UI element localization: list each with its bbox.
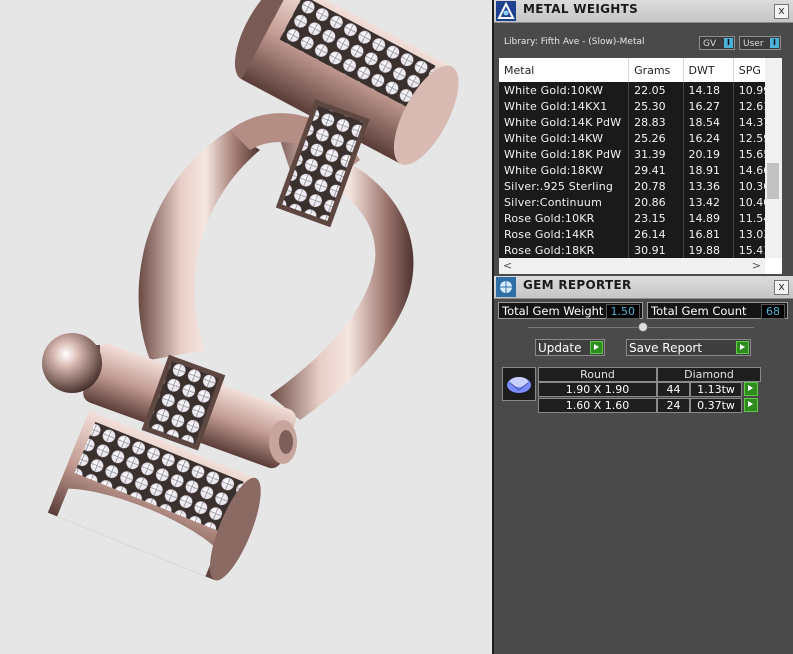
total-gem-count-value: 68	[761, 304, 785, 319]
cell-metal: Rose Gold:14KR	[499, 226, 630, 242]
metal-weights-icon	[496, 1, 516, 21]
toggle-knob-icon: I	[770, 38, 779, 48]
table-header-row: Metal Grams DWT SPG	[499, 58, 782, 82]
save-report-button-label: Save Report	[629, 341, 703, 355]
total-gem-count-label: Total Gem Count	[651, 304, 747, 318]
table-row[interactable]: White Gold:18KW 29.41 18.91 14.66	[499, 162, 782, 178]
library-label: Library: Fifth Ave - (Slow)-Metal	[504, 37, 645, 47]
metal-weights-panel: METAL WEIGHTS x Library: Fifth Ave - (Sl…	[494, 0, 793, 276]
column-header-metal[interactable]: Metal	[499, 58, 630, 82]
scrollbar-thumb[interactable]	[767, 163, 779, 199]
scroll-right-icon[interactable]: >	[752, 259, 761, 272]
round-gem-icon[interactable]	[502, 367, 536, 401]
update-button-label: Update	[538, 341, 582, 355]
gem-shape-header: Round	[538, 367, 657, 382]
gem-reporter-panel: GEM REPORTER x Total Gem Weight 1.50 Tot…	[494, 276, 793, 654]
cell-grams: 20.86	[628, 194, 684, 210]
cell-metal: White Gold:10KW	[499, 82, 630, 98]
gem-reporter-icon	[496, 277, 516, 297]
scroll-left-icon[interactable]: <	[503, 259, 512, 272]
total-gem-count: Total Gem Count 68	[647, 302, 788, 319]
cell-grams: 28.83	[628, 114, 684, 130]
table-row[interactable]: Rose Gold:18KR 30.91 19.88 15.41	[499, 242, 782, 258]
cell-grams: 20.78	[628, 178, 684, 194]
toggle-knob-icon: I	[724, 38, 733, 48]
cell-dwt: 14.18	[683, 82, 734, 98]
jewelry-render	[42, 0, 459, 581]
user-toggle-label: User	[743, 39, 764, 49]
cell-metal: Rose Gold:18KR	[499, 242, 630, 258]
cell-grams: 25.26	[628, 130, 684, 146]
cell-dwt: 13.36	[683, 178, 734, 194]
gem-weight: 1.13tw	[690, 382, 742, 397]
update-button[interactable]: Update	[535, 339, 605, 356]
gv-toggle-label: GV	[703, 39, 717, 49]
play-arrow-icon[interactable]	[744, 382, 758, 396]
table-row[interactable]: White Gold:18K PdW 31.39 20.19 15.65	[499, 146, 782, 162]
cell-grams: 26.14	[628, 226, 684, 242]
cell-metal: White Gold:14KX1	[499, 98, 630, 114]
table-row[interactable]: White Gold:10KW 22.05 14.18 10.99	[499, 82, 782, 98]
cell-metal: Rose Gold:10KR	[499, 210, 630, 226]
horizontal-scrollbar[interactable]: < >	[499, 258, 765, 274]
play-arrow-icon	[590, 341, 603, 354]
vertical-scrollbar[interactable]	[765, 58, 782, 258]
close-icon[interactable]: x	[774, 280, 789, 295]
gem-count: 44	[657, 382, 690, 397]
gem-reporter-title: GEM REPORTER	[523, 278, 632, 292]
gem-count: 24	[657, 398, 690, 413]
total-gem-weight: Total Gem Weight 1.50	[498, 302, 643, 319]
cell-metal: Silver:.925 Sterling	[499, 178, 630, 194]
metal-weights-table[interactable]: Metal Grams DWT SPG White Gold:10KW 22.05…	[499, 58, 782, 274]
cell-grams: 31.39	[628, 146, 684, 162]
play-arrow-icon	[736, 341, 749, 354]
total-gem-weight-value: 1.50	[605, 304, 640, 319]
gv-toggle[interactable]: GV I	[699, 36, 735, 50]
library-row: Library: Fifth Ave - (Slow)-Metal GV I U…	[494, 23, 793, 53]
total-gem-weight-label: Total Gem Weight	[502, 304, 604, 318]
cell-dwt: 16.27	[683, 98, 734, 114]
cell-grams: 23.15	[628, 210, 684, 226]
close-icon[interactable]: x	[774, 4, 789, 19]
cell-dwt: 18.91	[683, 162, 734, 178]
table-row[interactable]: White Gold:14K PdW 28.83 18.54 14.37	[499, 114, 782, 130]
gem-size: 1.60 X 1.60	[538, 398, 657, 413]
column-header-grams[interactable]: Grams	[628, 58, 684, 82]
cell-metal: White Gold:18KW	[499, 162, 630, 178]
user-toggle[interactable]: User I	[739, 36, 781, 50]
gem-reporter-titlebar[interactable]: GEM REPORTER x	[494, 276, 793, 299]
cell-grams: 29.41	[628, 162, 684, 178]
cell-metal: White Gold:14K PdW	[499, 114, 630, 130]
3d-viewport[interactable]	[0, 0, 492, 654]
table-row[interactable]: Rose Gold:14KR 26.14 16.81 13.03	[499, 226, 782, 242]
cell-grams: 30.91	[628, 242, 684, 258]
table-row[interactable]: Silver:Continuum 20.86 13.42 10.40	[499, 194, 782, 210]
cell-dwt: 20.19	[683, 146, 734, 162]
cell-dwt: 19.88	[683, 242, 734, 258]
gem-stone-header: Diamond	[657, 367, 761, 382]
table-row[interactable]: Silver:.925 Sterling 20.78 13.36 10.36	[499, 178, 782, 194]
save-report-button[interactable]: Save Report	[626, 339, 751, 356]
table-row[interactable]: White Gold:14KW 25.26 16.24 12.59	[499, 130, 782, 146]
metal-weights-title: METAL WEIGHTS	[523, 2, 639, 16]
cell-grams: 25.30	[628, 98, 684, 114]
cell-dwt: 16.24	[683, 130, 734, 146]
gem-size: 1.90 X 1.90	[538, 382, 657, 397]
column-header-dwt[interactable]: DWT	[683, 58, 734, 82]
gem-weight: 0.37tw	[690, 398, 742, 413]
table-row[interactable]: White Gold:14KX1 25.30 16.27 12.61	[499, 98, 782, 114]
cell-dwt: 14.89	[683, 210, 734, 226]
cell-metal: White Gold:14KW	[499, 130, 630, 146]
cell-grams: 22.05	[628, 82, 684, 98]
cell-metal: Silver:Continuum	[499, 194, 630, 210]
slider-handle[interactable]	[638, 322, 648, 332]
cell-dwt: 18.54	[683, 114, 734, 130]
cell-dwt: 16.81	[683, 226, 734, 242]
play-arrow-icon[interactable]	[744, 398, 758, 412]
metal-weights-titlebar[interactable]: METAL WEIGHTS x	[494, 0, 793, 23]
table-row[interactable]: Rose Gold:10KR 23.15 14.89 11.54	[499, 210, 782, 226]
cell-dwt: 13.42	[683, 194, 734, 210]
cell-metal: White Gold:18K PdW	[499, 146, 630, 162]
